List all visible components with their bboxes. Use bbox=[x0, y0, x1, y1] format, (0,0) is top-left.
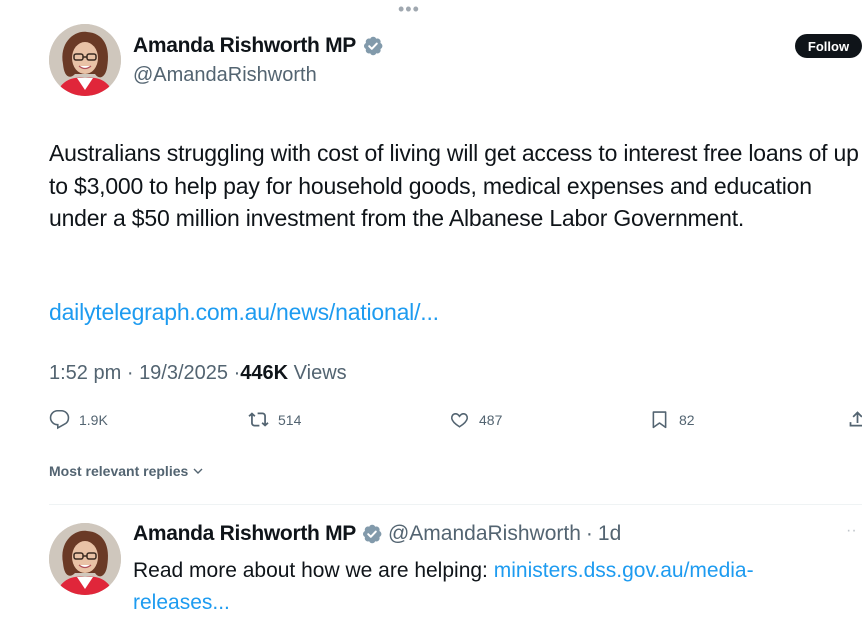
views-label: Views bbox=[293, 362, 347, 384]
reply-header: Amanda Rishworth MP @AmandaRishworth · 1d bbox=[133, 522, 621, 546]
verified-badge-icon[interactable] bbox=[362, 35, 384, 57]
reply-time[interactable]: 1d bbox=[598, 522, 621, 546]
like-button[interactable]: 487 bbox=[449, 409, 502, 430]
bookmark-icon bbox=[652, 411, 667, 429]
verified-badge-icon[interactable] bbox=[361, 523, 383, 545]
tweet-meta: 1:52 pm · 19/3/2025 ·446K Views bbox=[49, 362, 347, 385]
reply-count: 1.9K bbox=[79, 411, 108, 428]
reply-button[interactable]: 1.9K bbox=[49, 409, 108, 430]
divider bbox=[49, 504, 862, 505]
reply-icon bbox=[49, 409, 70, 430]
replies-sort-label: Most relevant replies bbox=[49, 463, 189, 479]
tweet-text: Australians struggling with cost of livi… bbox=[49, 140, 859, 231]
share-button[interactable] bbox=[847, 409, 862, 430]
tweet-time[interactable]: 1:52 pm bbox=[49, 362, 121, 384]
repost-button[interactable]: 514 bbox=[248, 409, 301, 430]
author-avatar[interactable] bbox=[49, 24, 121, 96]
author-name-row[interactable]: Amanda Rishworth MP bbox=[133, 34, 384, 58]
views-count: 446K bbox=[240, 362, 289, 384]
reply-author-avatar[interactable] bbox=[49, 523, 121, 595]
meta-separator: · bbox=[126, 362, 134, 384]
bookmark-button[interactable]: 82 bbox=[649, 409, 695, 430]
tweet-action-bar: 1.9K 514 487 82 bbox=[49, 406, 862, 434]
heart-icon bbox=[450, 413, 469, 428]
reply-text: Read more about how we are helping: mini… bbox=[133, 555, 833, 618]
tweet-date[interactable]: 19/3/2025 bbox=[139, 362, 228, 384]
bookmark-count: 82 bbox=[679, 411, 695, 428]
reply-author-handle[interactable]: @AmandaRishworth bbox=[388, 522, 581, 546]
reply-body: Read more about how we are helping: bbox=[133, 559, 494, 582]
follow-button[interactable]: Follow bbox=[795, 34, 862, 58]
more-options-icon[interactable]: ••• bbox=[398, 0, 420, 18]
chevron-down-icon bbox=[193, 468, 203, 474]
repost-icon bbox=[248, 412, 269, 427]
reply-author-name[interactable]: Amanda Rishworth MP bbox=[133, 522, 356, 546]
author-handle[interactable]: @AmandaRishworth bbox=[133, 64, 317, 87]
reply-more-options-icon[interactable]: ·· bbox=[846, 522, 857, 540]
tweet-link[interactable]: dailytelegraph.com.au/news/national/... bbox=[49, 299, 439, 326]
author-name[interactable]: Amanda Rishworth MP bbox=[133, 34, 356, 58]
share-icon bbox=[849, 411, 862, 427]
repost-count: 514 bbox=[278, 411, 302, 428]
reply-separator: · bbox=[585, 522, 593, 545]
like-count: 487 bbox=[479, 411, 503, 428]
replies-sort-dropdown[interactable]: Most relevant replies bbox=[49, 463, 204, 479]
